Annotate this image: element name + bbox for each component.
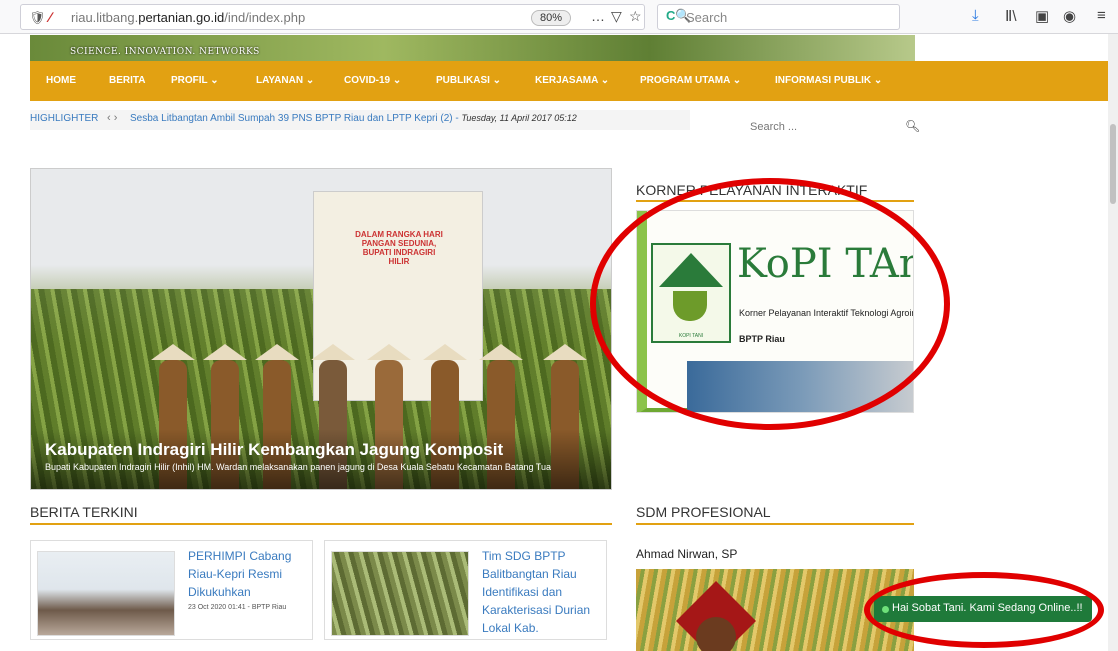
nav-berita[interactable]: BERITA <box>109 75 145 86</box>
nav-profil[interactable]: PROFIL ⌄ <box>171 75 219 86</box>
nav-publikasi[interactable]: PUBLIKASI ⌄ <box>436 75 501 86</box>
annotation-circle-korner <box>590 178 950 430</box>
site-banner: SCIENCE. INNOVATION. NETWORKS <box>30 35 915 61</box>
hero-subtitle: Bupati Kabupaten Indragiri Hilir (Inhil)… <box>45 462 551 472</box>
search-icon[interactable]: 🔍︎ <box>905 119 920 133</box>
main-nav: HOME BERITA PROFIL ⌄ LAYANAN ⌄ COVID-19 … <box>30 61 1118 101</box>
scrollbar-thumb[interactable] <box>1110 124 1116 204</box>
event-banner-text: DALAM RANGKA HARI PANGAN SEDUNIA, BUPATI… <box>355 230 443 266</box>
site-tagline: SCIENCE. INNOVATION. NETWORKS <box>70 47 260 57</box>
browser-search-placeholder: Search <box>686 10 728 25</box>
download-icon[interactable]: ⤓ <box>972 7 979 24</box>
library-icon[interactable]: Ⅱ\ <box>1005 7 1017 25</box>
nav-home[interactable]: HOME <box>46 75 76 86</box>
url-text[interactable]: riau.litbang.pertanian.go.id/ind/index.p… <box>71 10 305 25</box>
highlighter-date: Tuesday, 11 April 2017 05:12 <box>461 113 577 123</box>
address-bar[interactable]: 🛡 ∕ riau.litbang.pertanian.go.id/ind/ind… <box>20 4 645 30</box>
berita-terkini-title: BERITA TERKINI <box>30 504 138 520</box>
sidebar-toggle-icon[interactable]: ▣ <box>1035 7 1049 25</box>
nav-kerjasama[interactable]: KERJASAMA ⌄ <box>535 75 609 86</box>
hero-slider[interactable]: DALAM RANGKA HARI PANGAN SEDUNIA, BUPATI… <box>30 168 612 490</box>
nav-informasi-publik[interactable]: INFORMASI PUBLIK ⌄ <box>775 75 882 86</box>
zoom-indicator[interactable]: 80% <box>531 10 572 26</box>
hero-title[interactable]: Kabupaten Indragiri Hilir Kembangkan Jag… <box>45 440 503 460</box>
site-search-placeholder: Search ... <box>750 121 798 133</box>
news-card[interactable]: Tim SDG BPTP Balitbangtan Riau Identifik… <box>324 540 607 640</box>
annotation-circle-chat <box>864 572 1104 648</box>
nav-layanan[interactable]: LAYANAN ⌄ <box>256 75 314 86</box>
news-thumbnail[interactable] <box>331 551 469 636</box>
site-search-field[interactable]: Search ... 🔍︎ <box>720 113 920 139</box>
highlighter-label: HIGHLIGHTER <box>30 113 99 124</box>
highlighter-arrows[interactable]: ‹ › <box>107 112 117 124</box>
pocket-icon[interactable]: ▽ <box>611 8 622 25</box>
bookmark-star-icon[interactable]: ☆ <box>629 8 642 25</box>
news-title[interactable]: Tim SDG BPTP Balitbangtan Riau Identifik… <box>482 547 602 637</box>
browser-toolbar: 🛡 ∕ riau.litbang.pertanian.go.id/ind/ind… <box>0 0 1118 34</box>
berita-divider <box>30 523 612 525</box>
menu-icon[interactable]: ≡ <box>1097 7 1106 24</box>
sdm-name: Ahmad Nirwan, SP <box>636 547 738 561</box>
account-icon[interactable]: ◉ <box>1063 7 1076 25</box>
nav-covid19[interactable]: COVID-19 ⌄ <box>344 75 401 86</box>
news-meta: 23 Oct 2020 01:41 - BPTP Riau <box>188 604 287 611</box>
page-actions-icon[interactable]: … <box>591 8 605 24</box>
browser-search-field[interactable]: C🔍 Search <box>657 4 900 30</box>
highlighter-headline[interactable]: Sesba Litbangtan Ambil Sumpah 39 PNS BPT… <box>130 113 577 124</box>
news-title[interactable]: PERHIMPI Cabang Riau-Kepri Resmi Dikukuh… <box>188 547 308 601</box>
sdm-divider <box>636 523 914 525</box>
sdm-title: SDM PROFESIONAL <box>636 504 771 520</box>
insecure-lock-icon[interactable]: ∕ <box>49 9 51 25</box>
news-card[interactable]: PERHIMPI Cabang Riau-Kepri Resmi Dikukuh… <box>30 540 313 640</box>
page-scrollbar[interactable] <box>1108 34 1118 651</box>
shield-icon[interactable]: 🛡 <box>29 10 46 26</box>
nav-program-utama[interactable]: PROGRAM UTAMA ⌄ <box>640 75 741 86</box>
highlighter-bar: HIGHLIGHTER ‹ › Sesba Litbangtan Ambil S… <box>30 110 690 130</box>
news-thumbnail[interactable] <box>37 551 175 636</box>
